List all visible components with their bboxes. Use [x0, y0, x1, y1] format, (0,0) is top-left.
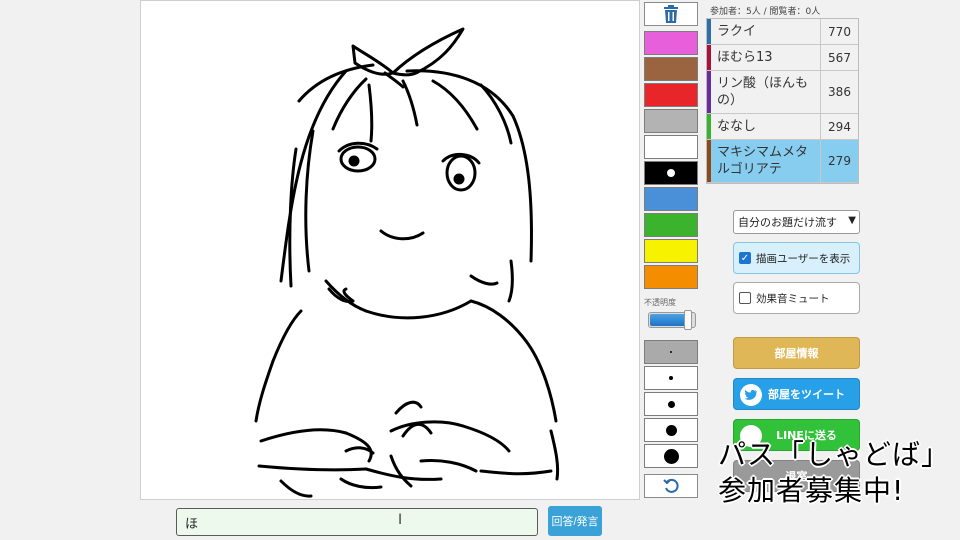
mute-label: 効果音ミュート [756, 292, 830, 305]
player-name: ほむら13 [707, 45, 820, 70]
brush-size-s[interactable] [644, 366, 698, 390]
clear-canvas-button[interactable] [644, 2, 698, 26]
selected-color-dot-icon [667, 169, 675, 177]
player-score: 386 [820, 71, 858, 113]
checkbox-empty-icon [739, 292, 751, 304]
theme-filter-select[interactable]: 自分のお題だけ流す ▼ [733, 210, 860, 234]
stream-overlay-text: パス「しゃどば」 参加者募集中! [718, 437, 960, 509]
brush-dot-icon [667, 400, 675, 408]
answer-bar: I 回答/発言 [140, 500, 640, 540]
player-row: ラクイ 770 [707, 19, 858, 45]
participant-count: 参加者：5人 / 閲覧者：0人 [710, 7, 821, 17]
twitter-bird-icon [740, 384, 762, 406]
undo-icon [663, 478, 679, 493]
text-cursor-icon: I [398, 512, 403, 528]
color-swatch-green[interactable] [644, 213, 698, 237]
tweet-room-label: 部屋をツイート [768, 388, 845, 401]
overlay-line-1: パス「しゃどば」 [718, 438, 951, 471]
player-score: 279 [820, 140, 858, 182]
player-name: ラクイ [707, 19, 820, 44]
color-swatch-blue[interactable] [644, 187, 698, 211]
player-score: 770 [820, 19, 858, 44]
player-row: ななし 294 [707, 114, 858, 140]
trash-icon [664, 5, 678, 23]
color-swatch-white[interactable] [644, 135, 698, 159]
theme-filter-value: 自分のお題だけ流す [738, 216, 837, 229]
mute-toggle[interactable]: 効果音ミュート [733, 282, 860, 314]
answer-submit-button[interactable]: 回答/発言 [548, 506, 602, 536]
player-row: ほむら13 567 [707, 45, 858, 71]
player-score: 567 [820, 45, 858, 70]
color-swatch-magenta[interactable] [644, 31, 698, 55]
color-swatch-red[interactable] [644, 83, 698, 107]
opacity-label: 不透明度 [644, 298, 676, 307]
color-swatch-gray[interactable] [644, 109, 698, 133]
checkbox-checked-icon: ✓ [739, 252, 751, 264]
opacity-slider-handle[interactable] [684, 310, 692, 330]
opacity-slider[interactable] [648, 310, 696, 330]
show-drawer-toggle[interactable]: ✓ 描画ユーザーを表示 [733, 242, 860, 274]
color-swatch-orange[interactable] [644, 265, 698, 289]
player-name: リン酸（ほんもの） [707, 71, 820, 113]
brush-dot-icon [669, 376, 673, 380]
chevron-down-icon: ▼ [848, 215, 856, 226]
player-row: マキシマムメタルゴリアテ 279 [707, 140, 858, 183]
left-margin [0, 0, 140, 540]
tool-palette: 不透明度 [644, 0, 698, 540]
brush-dot-icon [663, 448, 679, 464]
room-info-button[interactable]: 部屋情報 [733, 337, 860, 369]
drawing-canvas[interactable] [140, 0, 640, 500]
player-row: リン酸（ほんもの） 386 [707, 71, 858, 114]
brush-dot-icon [670, 351, 672, 353]
brush-size-xl[interactable] [644, 444, 698, 468]
brush-size-m[interactable] [644, 392, 698, 416]
brush-size-xs[interactable] [644, 340, 698, 364]
show-drawer-label: 描画ユーザーを表示 [756, 252, 851, 265]
color-swatch-brown[interactable] [644, 57, 698, 81]
undo-button[interactable] [644, 474, 698, 498]
player-list: ラクイ 770 ほむら13 567 リン酸（ほんもの） 386 ななし 294 マキシマムメタル… [706, 18, 859, 184]
color-swatch-black[interactable] [644, 161, 698, 185]
color-swatch-yellow[interactable] [644, 239, 698, 263]
player-name: マキシマムメタルゴリアテ [707, 140, 820, 182]
brush-size-l[interactable] [644, 418, 698, 442]
tweet-room-button[interactable]: 部屋をツイート [733, 378, 860, 410]
brush-dot-icon [665, 424, 677, 436]
overlay-line-2: 参加者募集中! [718, 474, 905, 507]
player-score: 294 [820, 114, 858, 139]
room-info-label: 部屋情報 [774, 347, 819, 360]
player-name: ななし [707, 114, 820, 139]
drawing-strokes [254, 27, 560, 498]
answer-input[interactable] [176, 508, 538, 536]
